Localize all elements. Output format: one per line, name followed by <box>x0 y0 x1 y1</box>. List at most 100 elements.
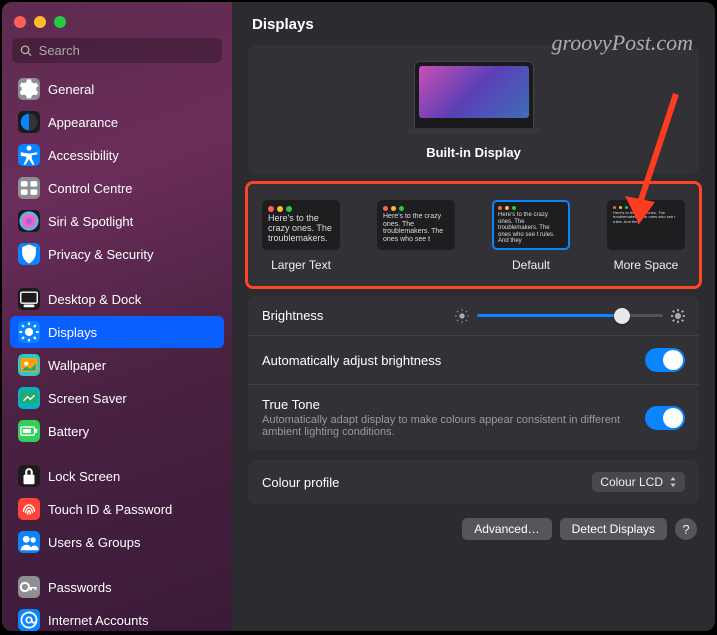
zoom-button[interactable] <box>54 16 66 28</box>
sidebar-item-label: Users & Groups <box>48 535 140 550</box>
screensaver-icon <box>18 387 40 409</box>
search-input[interactable] <box>39 43 214 58</box>
truetone-label-group: True Tone Automatically adapt display to… <box>262 397 645 438</box>
colour-profile-popup[interactable]: Colour LCD <box>592 472 685 492</box>
sidebar-item-control-centre[interactable]: Control Centre <box>10 172 224 204</box>
sidebar: General Appearance Accessibility Control Ce… <box>2 2 232 631</box>
colour-profile-value: Colour LCD <box>600 475 663 489</box>
lock-icon <box>18 465 40 487</box>
minimize-button[interactable] <box>34 16 46 28</box>
battery-icon <box>18 420 40 442</box>
search-field[interactable] <box>12 38 222 63</box>
sidebar-item-passwords[interactable]: Passwords <box>10 571 224 603</box>
resolution-label: More Space <box>614 258 679 272</box>
auto-brightness-row: Automatically adjust brightness <box>248 335 699 384</box>
sidebar-item-label: Privacy & Security <box>48 247 153 262</box>
brightness-label: Brightness <box>262 308 455 323</box>
wallpaper-icon <box>18 354 40 376</box>
updown-icon <box>669 477 677 487</box>
sidebar-item-touch-id-password[interactable]: Touch ID & Password <box>10 493 224 525</box>
resolution-thumb: Here's to the crazy ones. The troublemak… <box>607 200 685 250</box>
key-icon <box>18 576 40 598</box>
device-name: Built-in Display <box>426 145 521 160</box>
sidebar-item-label: Lock Screen <box>48 469 120 484</box>
sidebar-item-appearance[interactable]: Appearance <box>10 106 224 138</box>
sidebar-item-battery[interactable]: Battery <box>10 415 224 447</box>
system-settings-window: General Appearance Accessibility Control Ce… <box>2 2 715 631</box>
help-button[interactable]: ? <box>675 518 697 540</box>
accessibility-icon <box>18 144 40 166</box>
sidebar-item-general[interactable]: General <box>10 73 224 105</box>
users-icon <box>18 531 40 553</box>
sidebar-item-displays[interactable]: Displays <box>10 316 224 348</box>
resolution-option[interactable]: Here's to the crazy ones. The troublemak… <box>492 200 570 272</box>
truetone-row: True Tone Automatically adapt display to… <box>248 384 699 450</box>
display-settings-card: Brightness Automatically adjust brightne… <box>248 296 699 450</box>
sidebar-item-label: Battery <box>48 424 89 439</box>
resolution-thumb: Here's to the crazy ones. The troublemak… <box>262 200 340 250</box>
colour-profile-row: Colour profile Colour LCD <box>248 460 699 504</box>
resolution-row: Here's to the crazy ones. The troublemak… <box>262 200 685 272</box>
sidebar-item-label: Accessibility <box>48 148 119 163</box>
sidebar-item-desktop-dock[interactable]: Desktop & Dock <box>10 283 224 315</box>
resolution-option[interactable]: Here's to the crazy ones. The troublemak… <box>607 200 685 272</box>
sidebar-item-label: Screen Saver <box>48 391 127 406</box>
search-icon <box>20 44 33 58</box>
sidebar-item-label: General <box>48 82 94 97</box>
sidebar-item-label: Control Centre <box>48 181 133 196</box>
device-card: Built-in Display <box>248 45 699 174</box>
resolution-label: Larger Text <box>271 258 331 272</box>
brightness-row: Brightness <box>248 296 699 335</box>
footer: Advanced… Detect Displays ? <box>248 514 699 544</box>
slider-track[interactable] <box>477 314 663 317</box>
titlebar: Displays <box>232 2 715 41</box>
sidebar-item-label: Desktop & Dock <box>48 292 141 307</box>
laptop-image <box>414 61 534 131</box>
resolution-thumb: Here's to the crazy ones. The troublemak… <box>377 200 455 250</box>
colour-profile-card: Colour profile Colour LCD <box>248 460 699 504</box>
gear-icon <box>18 78 40 100</box>
auto-brightness-toggle[interactable] <box>645 348 685 372</box>
siri-icon <box>18 210 40 232</box>
main-panel: Displays Built-in Display Here's to the … <box>232 2 715 631</box>
truetone-toggle[interactable] <box>645 406 685 430</box>
sidebar-item-siri-spotlight[interactable]: Siri & Spotlight <box>10 205 224 237</box>
brightness-slider[interactable] <box>455 309 685 323</box>
resolution-option[interactable]: Here's to the crazy ones. The troublemak… <box>262 200 340 272</box>
slider-knob[interactable] <box>614 308 630 324</box>
at-icon <box>18 609 40 631</box>
sidebar-item-users-groups[interactable]: Users & Groups <box>10 526 224 558</box>
sidebar-item-privacy-security[interactable]: Privacy & Security <box>10 238 224 270</box>
sidebar-item-label: Touch ID & Password <box>48 502 172 517</box>
sun-icon <box>18 321 40 343</box>
dock-icon <box>18 288 40 310</box>
sun-bright-icon <box>671 309 685 323</box>
sidebar-item-label: Wallpaper <box>48 358 106 373</box>
detect-displays-button[interactable]: Detect Displays <box>560 518 667 540</box>
controlcentre-icon <box>18 177 40 199</box>
sidebar-item-accessibility[interactable]: Accessibility <box>10 139 224 171</box>
content: Built-in Display Here's to the crazy one… <box>232 41 715 631</box>
truetone-label: True Tone <box>262 397 645 412</box>
resolution-card: Here's to the crazy ones. The troublemak… <box>248 184 699 286</box>
close-button[interactable] <box>14 16 26 28</box>
resolution-label: Default <box>512 258 550 272</box>
resolution-option[interactable]: Here's to the crazy ones. The troublemak… <box>377 200 455 272</box>
page-title: Displays <box>252 16 695 33</box>
sidebar-item-label: Internet Accounts <box>48 613 148 628</box>
sidebar-item-wallpaper[interactable]: Wallpaper <box>10 349 224 381</box>
sun-dim-icon <box>455 309 469 323</box>
sidebar-item-internet-accounts[interactable]: Internet Accounts <box>10 604 224 631</box>
sidebar-item-label: Displays <box>48 325 97 340</box>
sidebar-item-screen-saver[interactable]: Screen Saver <box>10 382 224 414</box>
sidebar-item-label: Appearance <box>48 115 118 130</box>
sidebar-list: General Appearance Accessibility Control Ce… <box>2 73 232 631</box>
advanced-button[interactable]: Advanced… <box>462 518 551 540</box>
sidebar-item-lock-screen[interactable]: Lock Screen <box>10 460 224 492</box>
colour-profile-label: Colour profile <box>262 475 592 490</box>
hand-icon <box>18 243 40 265</box>
sidebar-item-label: Passwords <box>48 580 112 595</box>
window-controls <box>2 10 232 38</box>
fingerprint-icon <box>18 498 40 520</box>
resolution-thumb: Here's to the crazy ones. The troublemak… <box>492 200 570 250</box>
